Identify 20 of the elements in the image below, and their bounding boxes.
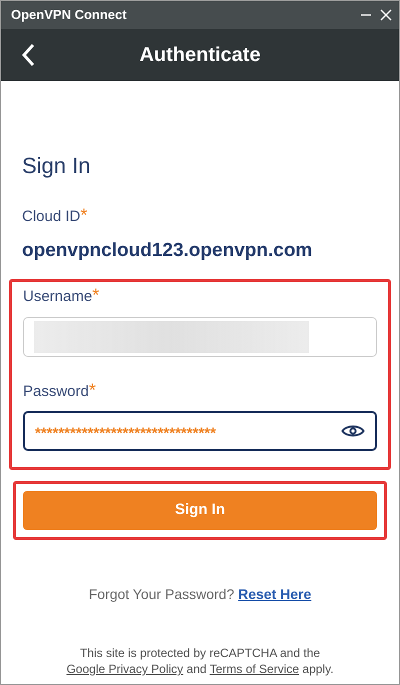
forgot-password-text: Forgot Your Password? Reset Here [88, 585, 312, 604]
privacy-policy-link[interactable]: Google Privacy Policy [66, 662, 184, 676]
required-mark: * [92, 286, 100, 304]
cloud-id-value: openvpncloud123.openvpn.com [21, 238, 314, 262]
field-label: Username [23, 287, 92, 307]
field-label: Password [23, 382, 89, 402]
recaptcha-notice: This site is protected by reCAPTCHA and the Google Privacy Policy and Terms of Service apply. [65, 645, 335, 677]
required-mark: * [80, 206, 88, 224]
back-icon[interactable] [21, 43, 35, 67]
eye-icon[interactable] [341, 423, 365, 439]
page-title: Authenticate [139, 43, 261, 68]
close-icon[interactable] [379, 8, 393, 22]
reset-link[interactable]: Reset Here [238, 586, 312, 602]
username-field[interactable] [23, 316, 377, 356]
sign-in-heading: Sign In [21, 152, 92, 180]
password-value: ******************************* [35, 424, 216, 443]
field-label: Cloud ID [22, 207, 80, 227]
terms-link[interactable]: Terms of Service [210, 662, 300, 676]
window-title: OpenVPN Connect [11, 6, 127, 24]
required-mark: * [88, 380, 96, 398]
